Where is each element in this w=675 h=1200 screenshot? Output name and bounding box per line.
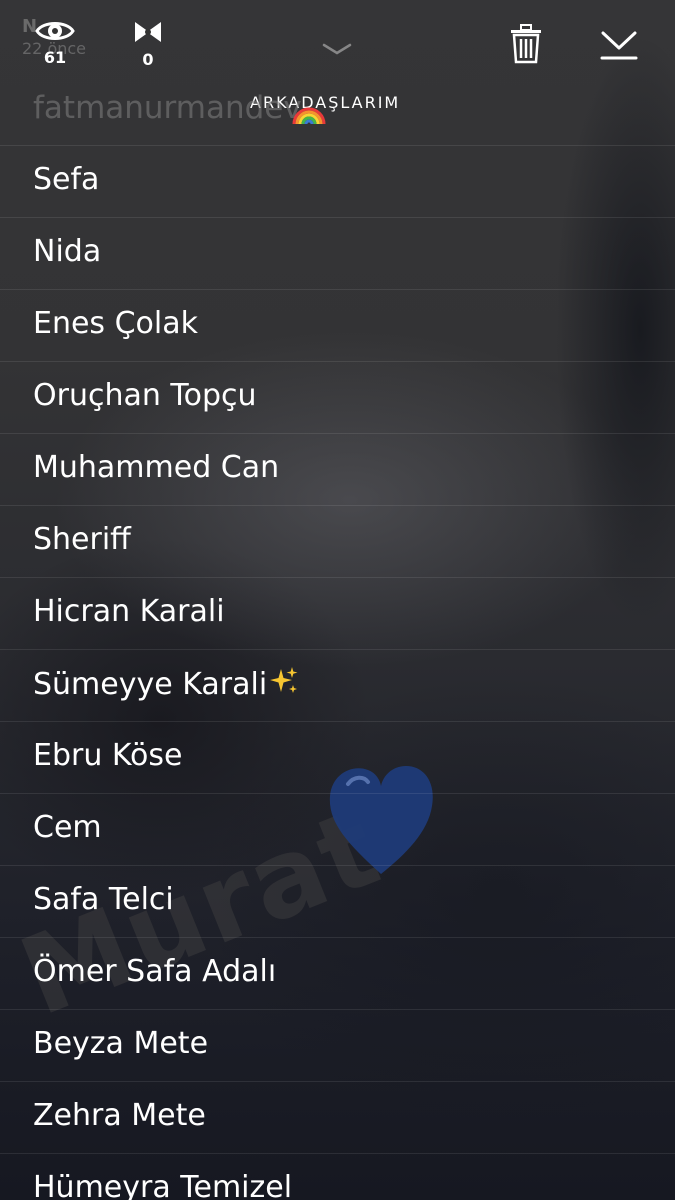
list-item[interactable]: Cem [0,793,675,865]
sparkles-emoji [270,667,298,693]
rainbow-emoji [292,107,326,125]
viewer-name: Oruçhan Topçu [33,378,257,413]
viewer-name: Sheriff [33,522,131,557]
list-item[interactable]: Sefa [0,145,675,217]
list-item[interactable]: Ömer Safa Adalı [0,937,675,1009]
viewer-name: Zehra Mete [33,1098,206,1133]
list-item[interactable]: Muhammed Can [0,433,675,505]
story-viewers-screen: Murat N 22 önce 61 0 ARKADAŞLARIM fatman… [0,0,675,1200]
viewer-name: Safa Telci [33,882,174,917]
viewer-name: Cem [33,810,102,845]
list-item[interactable]: Sheriff [0,505,675,577]
viewer-name: Sümeyye Karali [33,667,268,702]
viewer-name: Hümeyra Temizel [33,1170,293,1200]
list-item[interactable]: Safa Telci [0,865,675,937]
viewer-name: Ebru Köse [33,738,183,773]
viewer-name: Sefa [33,162,100,197]
list-item[interactable]: Ebru Köse [0,721,675,793]
download-icon[interactable] [600,28,638,62]
screenshots-count: 0 [142,50,154,69]
list-item[interactable]: Hicran Karali [0,577,675,649]
viewer-name: Muhammed Can [33,450,280,485]
trash-icon[interactable] [509,24,543,64]
viewers-list: fatmanurmandev Sefa Nida Enes Çolak Oruç… [0,70,675,1200]
views-stat[interactable]: 61 [30,18,80,67]
viewer-name: Hicran Karali [33,594,225,629]
list-item[interactable]: Nida [0,217,675,289]
viewer-name: fatmanurmandev [33,90,302,126]
viewer-name-wrap: Sümeyye Karali [33,666,299,702]
chevron-down-icon[interactable] [322,42,352,56]
list-item[interactable]: Enes Çolak [0,289,675,361]
screenshots-stat[interactable]: 0 [123,18,173,69]
screenshot-arrows-icon [135,22,161,42]
list-item[interactable]: Zehra Mete [0,1081,675,1153]
viewer-name: Enes Çolak [33,306,198,341]
viewer-name: Nida [33,234,102,269]
views-count: 61 [43,48,67,67]
eye-icon [35,22,75,40]
list-item[interactable]: Sümeyye Karali [0,649,675,721]
viewer-name: Beyza Mete [33,1026,209,1061]
list-item[interactable]: Oruçhan Topçu [0,361,675,433]
list-item[interactable]: Hümeyra Temizel [0,1153,675,1200]
list-item[interactable]: Beyza Mete [0,1009,675,1081]
list-item[interactable]: fatmanurmandev [0,70,675,145]
viewer-name: Ömer Safa Adalı [33,954,277,989]
